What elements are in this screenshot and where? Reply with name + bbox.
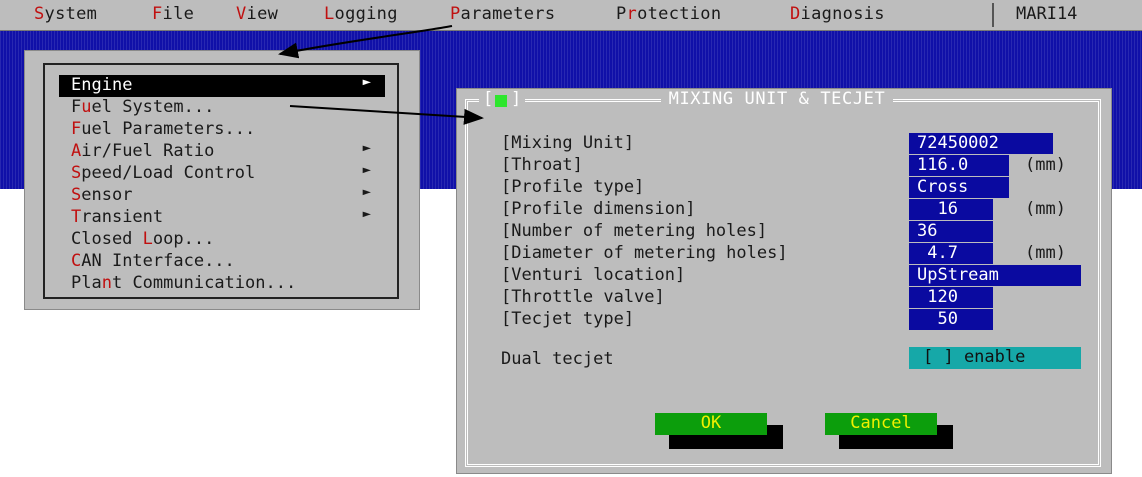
- label-venturi-location: [Venturi location]: [501, 265, 686, 285]
- menu-item-speed-load-control[interactable]: Speed/Load Control ►: [59, 162, 385, 185]
- menu-item-plant-communication[interactable]: Plant Communication...: [59, 273, 385, 295]
- submenu-arrow-icon: ►: [362, 184, 371, 200]
- dialog-titlebar: MIXING UNIT & TECJET: [497, 89, 1057, 111]
- value-number-of-metering-holes[interactable]: 36: [909, 221, 993, 242]
- menu-item-engine[interactable]: Engine ►: [59, 74, 385, 97]
- value-mixing-unit[interactable]: 72450002: [909, 133, 1053, 154]
- value-tecjet-type[interactable]: 50: [909, 309, 993, 330]
- label-throttle-valve: [Throttle valve]: [501, 287, 665, 307]
- menu-item-air-fuel-ratio[interactable]: Air/Fuel Ratio ►: [59, 140, 385, 163]
- unit-profile-dimension: (mm): [1025, 199, 1066, 219]
- menu-item-transient[interactable]: Transient ►: [59, 206, 385, 229]
- submenu-arrow-icon: ►: [362, 206, 371, 222]
- value-profile-dimension[interactable]: 16: [909, 199, 993, 220]
- submenu-arrow-icon: ►: [362, 140, 371, 156]
- value-throat[interactable]: 116.0: [909, 155, 1009, 176]
- app-id-box: MARI14: [992, 3, 1142, 27]
- label-number-of-metering-holes: [Number of metering holes]: [501, 221, 768, 241]
- label-profile-type: [Profile type]: [501, 177, 645, 197]
- label-dual-tecjet: Dual tecjet: [501, 349, 614, 369]
- submenu-arrow-icon: ►: [362, 74, 371, 90]
- menu-item-fuel-system[interactable]: Fuel System...: [59, 97, 385, 119]
- label-diameter-of-metering-holes: [Diameter of metering holes]: [501, 243, 788, 263]
- menu-item-can-interface[interactable]: CAN Interface...: [59, 251, 385, 273]
- dual-tecjet-enable-checkbox[interactable]: [ ] enable: [909, 347, 1081, 369]
- app-id: MARI14: [1016, 4, 1078, 24]
- menu-system[interactable]: System: [34, 4, 97, 24]
- menu-item-sensor[interactable]: Sensor ►: [59, 184, 385, 207]
- submenu-arrow-icon: ►: [362, 162, 371, 178]
- value-throttle-valve[interactable]: 120: [909, 287, 993, 308]
- label-throat: [Throat]: [501, 155, 583, 175]
- value-diameter-of-metering-holes[interactable]: 4.7: [909, 243, 993, 264]
- engine-menu-frame: Engine ► Fuel System... Fuel Parameters.…: [43, 63, 399, 299]
- unit-diameter-of-metering-holes: (mm): [1025, 243, 1066, 263]
- ok-button[interactable]: OK: [655, 413, 767, 435]
- value-venturi-location[interactable]: UpStream: [909, 265, 1081, 286]
- unit-throat: (mm): [1025, 155, 1066, 175]
- value-profile-type[interactable]: Cross: [909, 177, 1009, 198]
- cancel-button[interactable]: Cancel: [825, 413, 937, 435]
- menu-view[interactable]: View: [236, 4, 278, 24]
- engine-menu-panel: Engine ► Fuel System... Fuel Parameters.…: [24, 50, 420, 310]
- menu-protection[interactable]: Protection: [616, 4, 721, 24]
- menu-item-closed-loop[interactable]: Closed Loop...: [59, 229, 385, 251]
- menu-file[interactable]: File: [152, 4, 194, 24]
- menu-parameters[interactable]: Parameters: [450, 4, 555, 24]
- menu-item-fuel-parameters[interactable]: Fuel Parameters...: [59, 119, 385, 141]
- label-tecjet-type: [Tecjet type]: [501, 309, 635, 329]
- dialog-title: MIXING UNIT & TECJET: [660, 89, 894, 109]
- menu-bar: System File View Logging Parameters Prot…: [0, 0, 1142, 31]
- label-mixing-unit: [Mixing Unit]: [501, 133, 635, 153]
- dialog-close-button[interactable]: [ ]: [479, 89, 525, 111]
- close-square-icon: [495, 95, 507, 107]
- label-profile-dimension: [Profile dimension]: [501, 199, 696, 219]
- mixing-unit-dialog: MIXING UNIT & TECJET [ ] [Mixing Unit] 7…: [456, 88, 1112, 474]
- menu-diagnosis[interactable]: Diagnosis: [790, 4, 885, 24]
- menu-logging[interactable]: Logging: [324, 4, 398, 24]
